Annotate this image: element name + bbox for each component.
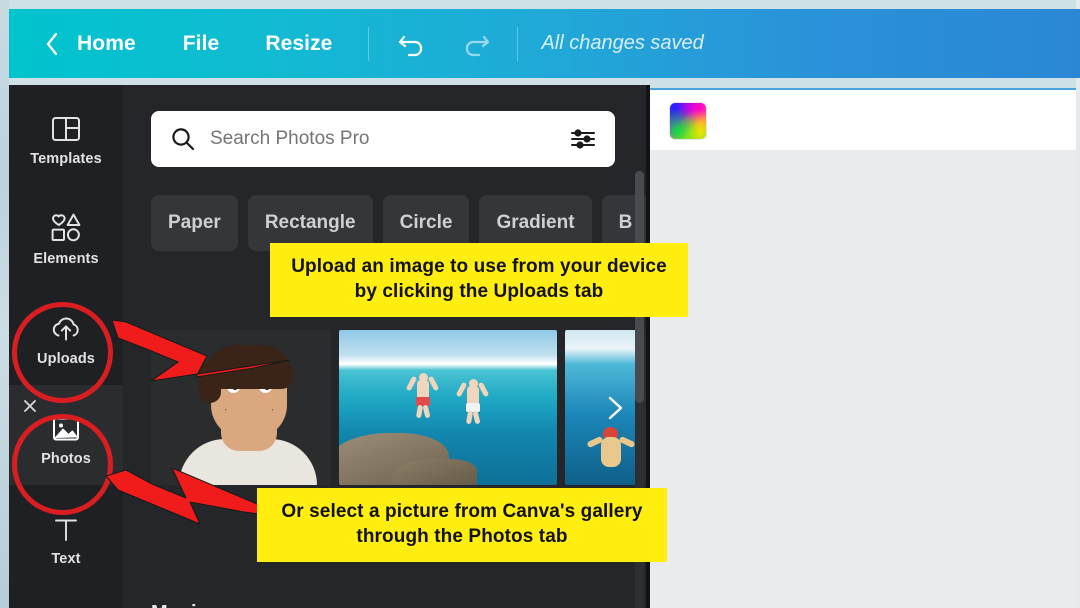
sidebar-item-label: Elements <box>33 250 99 267</box>
search-icon <box>170 126 196 152</box>
templates-icon <box>50 104 82 144</box>
page-right-edge <box>1076 0 1080 608</box>
callout-photos: Or select a picture from Canva's gallery… <box>257 488 667 563</box>
sidebar-item-label: Templates <box>30 150 102 167</box>
sidebar-item-templates[interactable]: Templates <box>9 85 123 185</box>
thumbnail-art <box>339 330 557 485</box>
chip-paper[interactable]: Paper <box>151 195 238 251</box>
uploads-highlight-circle <box>12 302 113 403</box>
elements-icon <box>48 204 84 244</box>
design-toolbar <box>650 88 1076 150</box>
file-menu-button[interactable]: File <box>183 32 220 56</box>
resize-button[interactable]: Resize <box>265 32 332 56</box>
photos-highlight-circle <box>12 414 113 515</box>
design-canvas[interactable] <box>650 150 1076 608</box>
redo-icon[interactable] <box>459 27 493 61</box>
chevron-left-icon[interactable] <box>43 32 61 55</box>
header-divider-2 <box>517 26 519 61</box>
search-bar[interactable] <box>151 111 615 167</box>
close-icon[interactable] <box>23 399 37 413</box>
carousel-next-chevron-right-icon[interactable] <box>601 395 627 421</box>
search-input[interactable] <box>210 128 569 150</box>
save-status-label: All changes saved <box>541 32 704 54</box>
rainbow-color-swatch-icon[interactable] <box>670 103 706 139</box>
top-header-bar: Home File Resize All changes saved <box>9 9 1080 78</box>
header-divider-1 <box>368 26 370 61</box>
screenshot-root: Home File Resize All changes saved Templ… <box>0 0 1080 608</box>
filter-sliders-icon[interactable] <box>569 126 597 152</box>
page-left-edge <box>0 0 9 608</box>
sidebar-item-elements[interactable]: Elements <box>9 185 123 285</box>
callout-uploads: Upload an image to use from your device … <box>270 243 688 318</box>
undo-icon[interactable] <box>395 27 429 61</box>
thumbnail-cliff-jump[interactable] <box>339 330 557 485</box>
home-button[interactable]: Home <box>77 32 136 56</box>
sidebar-item-label: Text <box>51 550 81 567</box>
section-title-magic-recommendations: Magic rec <box>151 602 243 608</box>
